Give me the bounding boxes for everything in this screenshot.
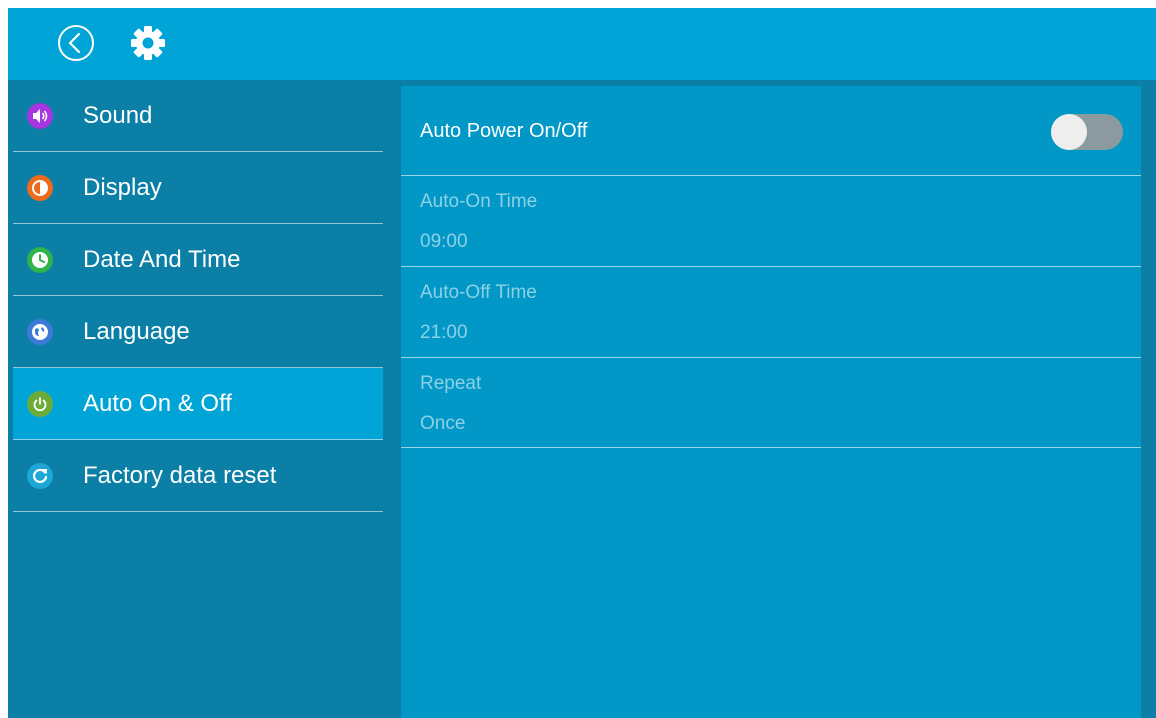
sidebar-item-label: Display [83,174,162,201]
sidebar-item-display[interactable]: Display [13,152,383,224]
auto-on-time-label: Auto-On Time [420,191,538,212]
top-bar [8,8,1156,80]
auto-off-time-value: 21:00 [420,322,468,343]
repeat-value: Once [420,413,466,434]
auto-off-time-label: Auto-Off Time [420,282,537,303]
auto-off-time-row[interactable]: Auto-Off Time 21:00 [401,267,1141,358]
sidebar-item-label: Factory data reset [83,462,277,489]
speaker-icon [27,103,53,129]
sidebar-item-language[interactable]: Language [13,296,383,368]
settings-sidebar: Sound Display Date And Time Language Aut… [8,80,401,718]
auto-power-row[interactable]: Auto Power On/Off [401,86,1141,176]
sidebar-item-label: Auto On & Off [83,390,232,417]
sidebar-item-auto-on-off[interactable]: Auto On & Off [13,368,383,440]
sidebar-item-label: Language [83,318,190,345]
globe-icon [27,319,53,345]
settings-window: Sound Display Date And Time Language Aut… [8,8,1156,718]
gear-icon [131,26,165,60]
sidebar-item-label: Sound [83,102,153,129]
sidebar-item-label: Date And Time [83,246,241,273]
repeat-row[interactable]: Repeat Once [401,358,1141,448]
settings-button[interactable] [128,23,168,63]
back-circle-icon [58,25,94,61]
auto-on-time-value: 09:00 [420,231,468,252]
refresh-icon [27,463,53,489]
back-button[interactable] [56,23,96,63]
toggle-knob [1051,114,1087,150]
sidebar-item-date-and-time[interactable]: Date And Time [13,224,383,296]
auto-on-off-panel: Auto Power On/Off Auto-On Time 09:00 Aut… [401,86,1141,718]
contrast-icon [27,175,53,201]
repeat-label: Repeat [420,373,482,394]
auto-power-toggle[interactable] [1051,114,1123,150]
auto-power-label: Auto Power On/Off [420,120,588,142]
power-icon [27,391,53,417]
sidebar-item-factory-reset[interactable]: Factory data reset [13,440,383,512]
clock-icon [27,247,53,273]
sidebar-item-sound[interactable]: Sound [13,80,383,152]
auto-on-time-row[interactable]: Auto-On Time 09:00 [401,176,1141,267]
